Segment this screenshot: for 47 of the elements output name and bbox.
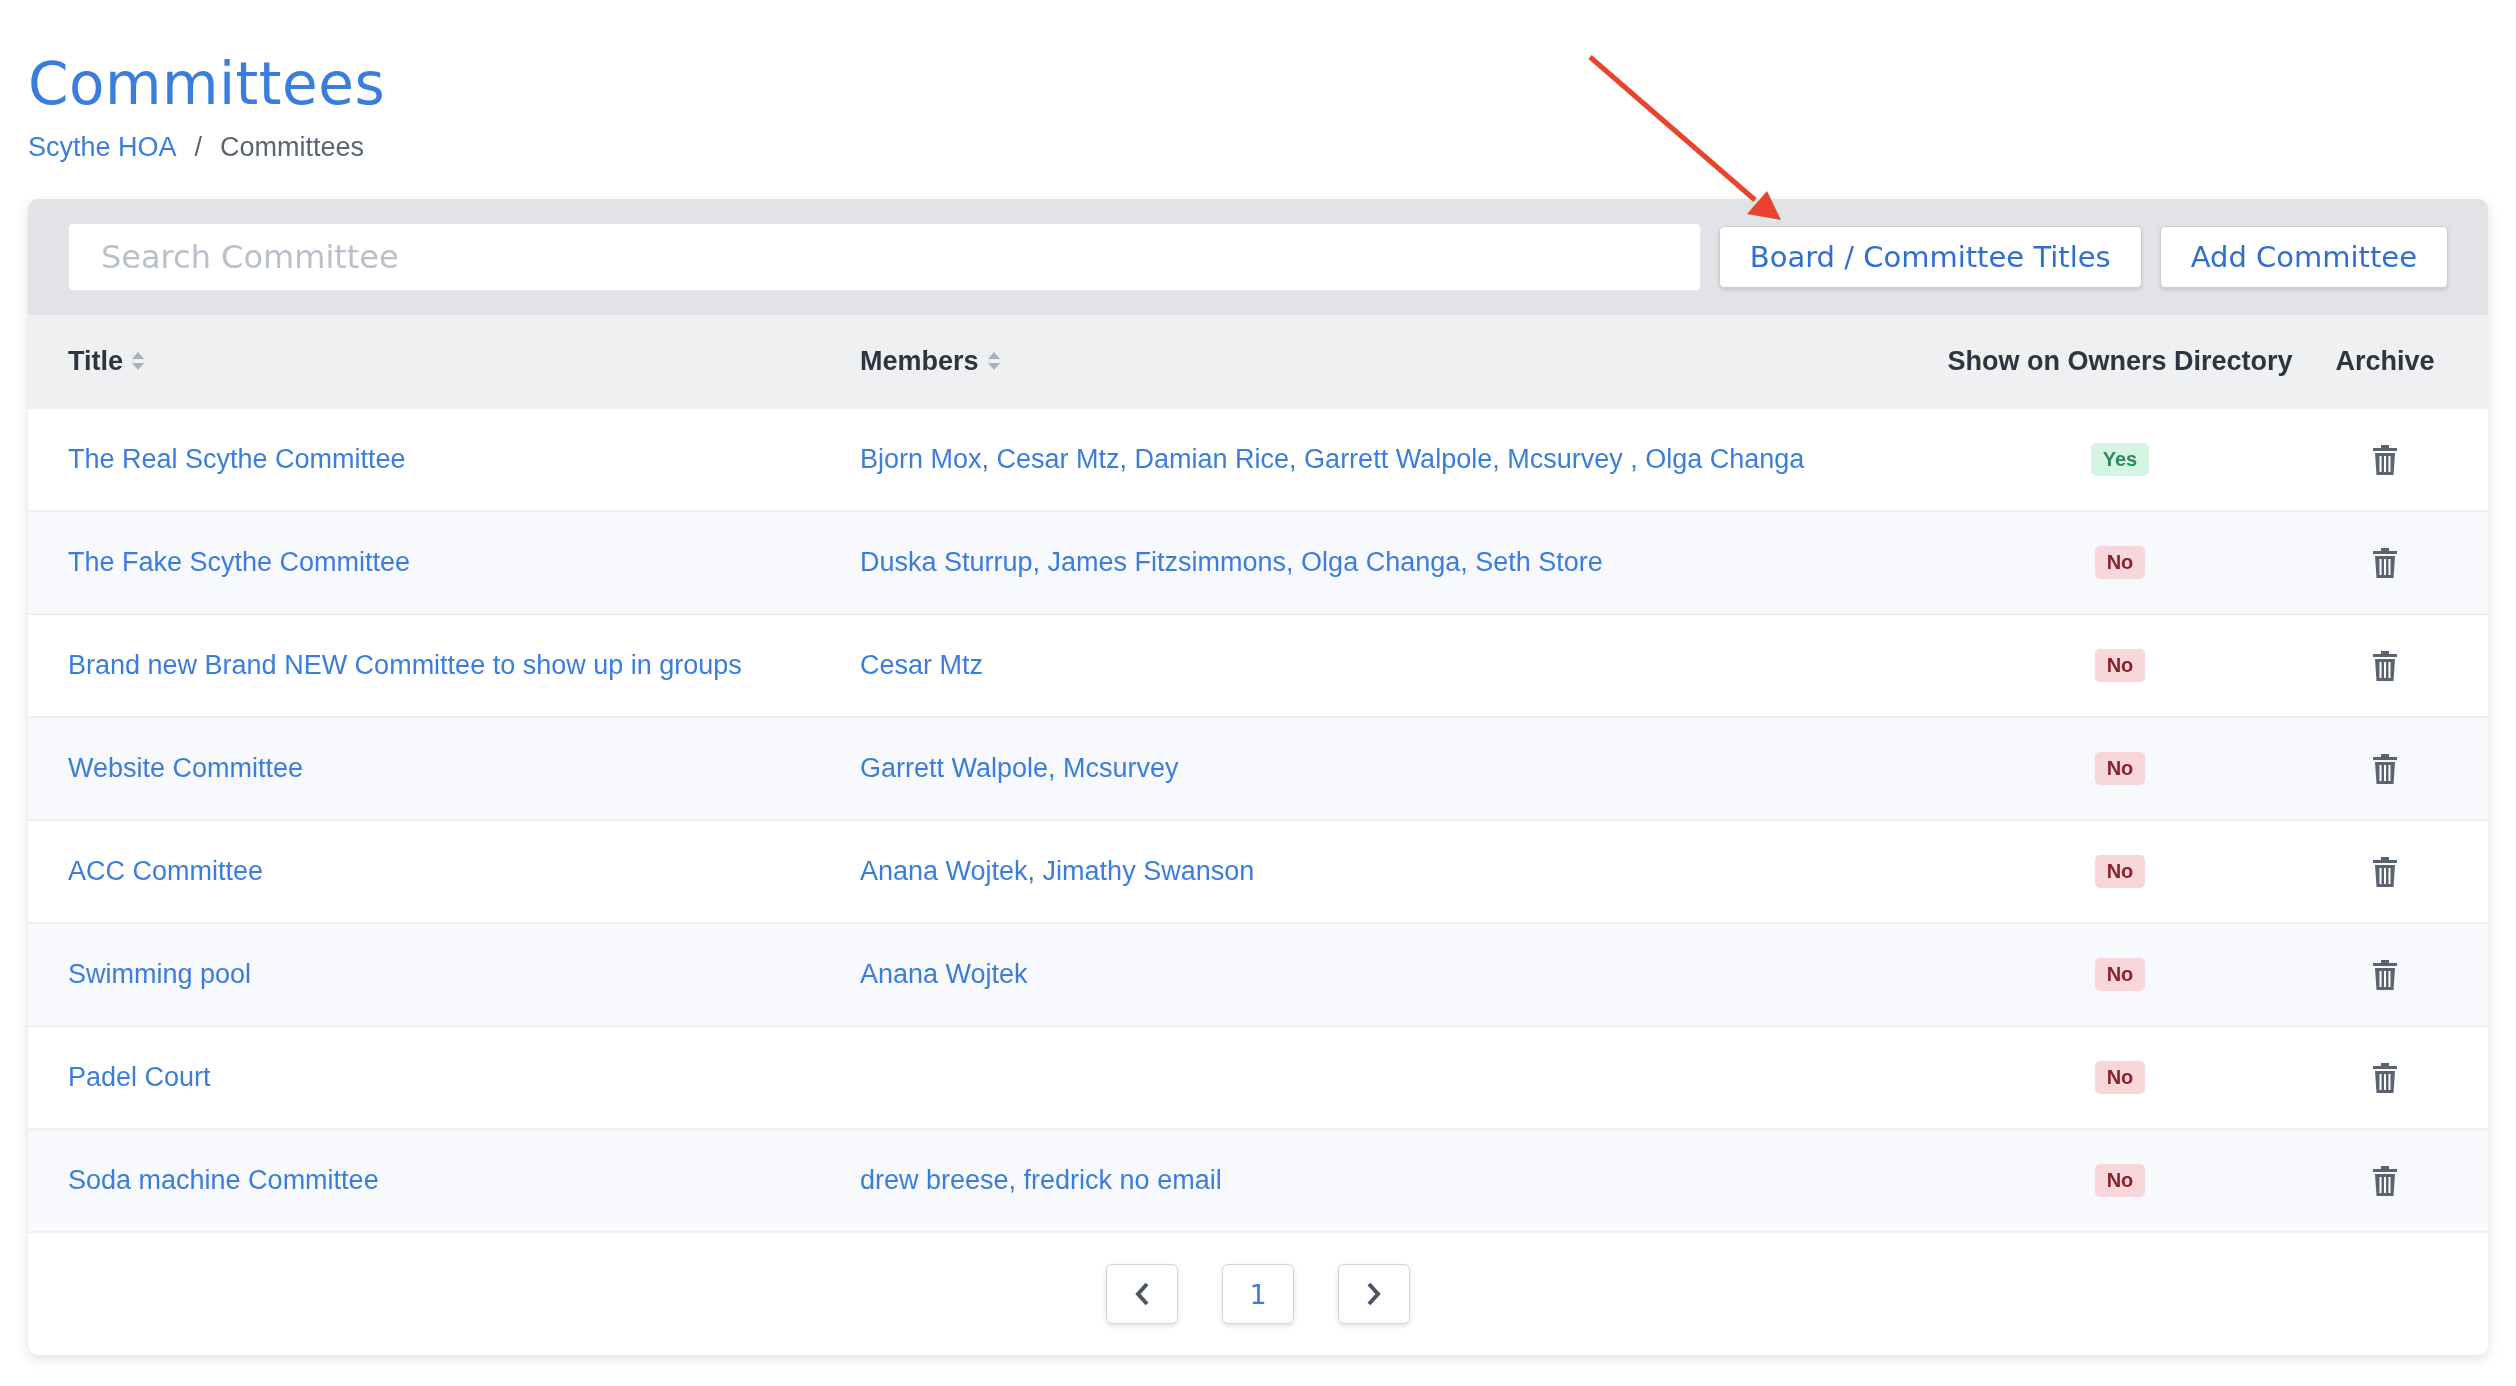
next-page-button[interactable] — [1338, 1264, 1410, 1324]
column-header: Show on Owners Directory — [1947, 345, 2293, 377]
member-links[interactable]: Cesar Mtz — [860, 650, 984, 681]
directory-badge: No — [2094, 649, 2146, 682]
chevron-right-icon — [1365, 1281, 1383, 1307]
previous-page-button[interactable] — [1106, 1264, 1178, 1324]
directory-badge: No — [2094, 1061, 2146, 1094]
breadcrumb-link[interactable]: Scythe HOA — [28, 132, 177, 163]
committee-link[interactable]: Padel Court — [68, 1062, 211, 1093]
directory-badge: No — [2094, 546, 2146, 579]
column-header[interactable]: Title — [68, 345, 123, 377]
directory-badge: No — [2094, 958, 2146, 991]
breadcrumb-separator: / — [194, 132, 203, 163]
titles-button[interactable]: Board / Committee Titles — [1718, 226, 2142, 288]
trash-icon[interactable] — [2372, 958, 2398, 991]
directory-badge: No — [2094, 855, 2146, 888]
trash-icon[interactable] — [2372, 649, 2398, 682]
committee-link[interactable]: Soda machine Committee — [68, 1165, 379, 1196]
committee-link[interactable]: Brand new Brand NEW Committee to show up in groups — [68, 650, 742, 681]
trash-icon[interactable] — [2372, 1164, 2398, 1197]
directory-badge: Yes — [2090, 443, 2150, 476]
member-links[interactable]: Bjorn Mox, Cesar Mtz, Damian Rice, Garrett Walpole, Mcsurvey , Olga Changa — [860, 444, 1805, 475]
committee-link[interactable]: The Real Scythe Committee — [68, 444, 406, 475]
member-links[interactable]: Garrett Walpole, Mcsurvey — [860, 753, 1179, 784]
trash-icon[interactable] — [2372, 443, 2398, 476]
column-header: Archive — [2335, 345, 2435, 377]
member-links[interactable]: Anana Wojtek — [860, 959, 1028, 990]
member-links[interactable]: Anana Wojtek, Jimathy Swanson — [860, 856, 1255, 887]
search-field[interactable]: Search Committee — [68, 223, 1701, 291]
committee-link[interactable]: Website Committee — [68, 753, 304, 784]
trash-icon[interactable] — [2372, 546, 2398, 579]
committee-link[interactable]: The Fake Scythe Committee — [68, 547, 411, 578]
column-header[interactable]: Members — [860, 345, 979, 377]
directory-badge: No — [2094, 1164, 2146, 1197]
member-links[interactable]: drew breese, fredrick no email — [860, 1165, 1222, 1196]
committee-link[interactable]: Swimming pool — [68, 959, 252, 990]
directory-badge: No — [2094, 752, 2146, 785]
breadcrumb-current: Committees — [220, 132, 365, 163]
trash-icon[interactable] — [2372, 855, 2398, 888]
trash-icon[interactable] — [2372, 1061, 2398, 1094]
page-title: Committees — [28, 50, 387, 118]
committee-link[interactable]: ACC Committee — [68, 856, 264, 887]
member-links[interactable]: Duska Sturrup, James Fitzsimmons, Olga Changa, Seth Store — [860, 547, 1603, 578]
chevron-left-icon — [1133, 1281, 1151, 1307]
add-committee-button[interactable]: Add Committee — [2159, 226, 2448, 288]
trash-icon[interactable] — [2372, 752, 2398, 785]
page-button[interactable]: 1 — [1222, 1264, 1294, 1324]
